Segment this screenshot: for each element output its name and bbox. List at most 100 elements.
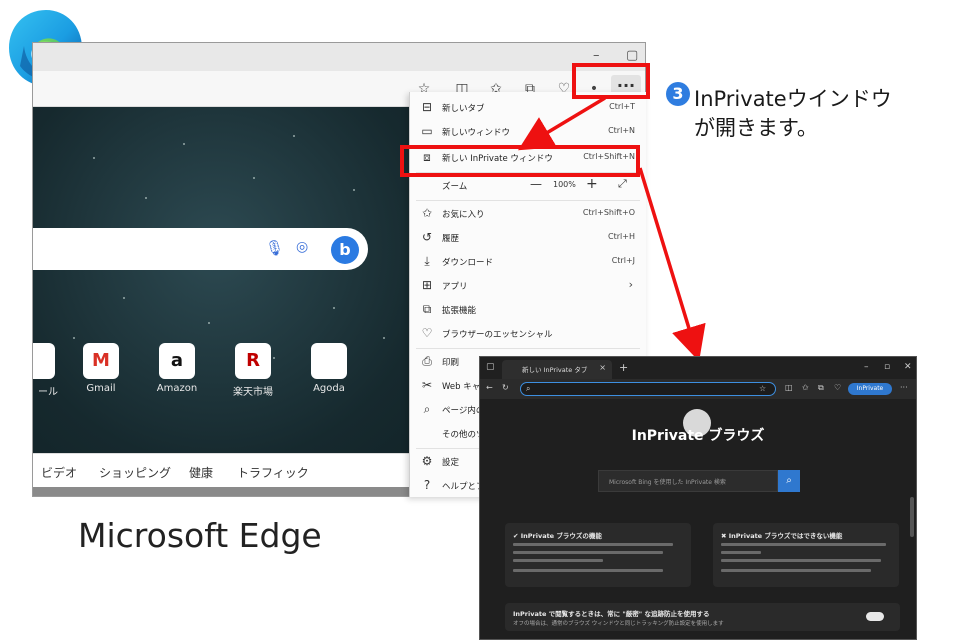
zoom-level: 100% — [553, 180, 576, 189]
visual-search-icon[interactable]: ◎ — [296, 239, 308, 255]
search-icon: ⌕ — [526, 384, 531, 393]
back-icon[interactable]: ← — [486, 383, 493, 392]
setting-description: オフの場合は、通常のブラウズ ウィンドウと同じトラッキング防止設定を使用します — [513, 621, 724, 627]
rakuten-tile[interactable]: R — [235, 343, 271, 379]
new-tab-icon: ⊟ — [421, 100, 433, 114]
tab-close-button[interactable]: × — [599, 363, 606, 372]
search-box[interactable]: 🎙 ◎ b — [33, 228, 368, 270]
menu-divider — [416, 348, 640, 349]
arrow-to-inprivate-window — [638, 167, 706, 362]
inprivate-features-card: ✔ InPrivate ブラウズの機能 — [505, 523, 691, 587]
news-tab-traffic[interactable]: トラフィック — [237, 464, 309, 481]
microphone-icon[interactable]: 🎙 — [265, 239, 284, 257]
menu-item-new-window[interactable]: ▭ 新しいウィンドウ Ctrl+N — [410, 120, 646, 144]
new-window-icon: ▭ — [421, 124, 433, 138]
split-screen-icon[interactable]: ◫ — [785, 383, 793, 392]
menu-shortcut: Ctrl+T — [609, 102, 635, 111]
menu-divider — [416, 200, 640, 201]
settings-icon: ⚙ — [421, 454, 433, 468]
step-text-line2: が開きます。 — [694, 116, 818, 140]
inprivate-tab[interactable]: 新しい InPrivate タブ × — [502, 360, 612, 379]
menu-item-downloads[interactable]: ⤓ ダウンロード Ctrl+J — [410, 250, 646, 274]
inprivate-browser-window: ▢ 新しい InPrivate タブ × + – ▫ ✕ ← ↻ ⌕ ☆ ◫ ✩… — [479, 356, 917, 640]
history-icon: ↺ — [421, 230, 433, 244]
card-title: ✖ InPrivate ブラウズではできない機能 — [721, 532, 843, 540]
inprivate-title-bar: ▢ 新しい InPrivate タブ × + – ▫ ✕ — [480, 357, 916, 379]
health-icon[interactable]: ♡ — [834, 383, 841, 392]
step-text-line1: InPrivateウインドウ — [694, 87, 892, 111]
inprivate-item-highlight — [400, 145, 640, 177]
menu-label: ズーム — [442, 182, 468, 192]
menu-shortcut: Ctrl+N — [608, 126, 635, 135]
news-tab-shopping[interactable]: ショッピング — [99, 464, 171, 481]
step-number-badge: 3 — [666, 82, 690, 106]
maximize-icon[interactable]: ▫ — [884, 362, 890, 372]
menu-label: 拡張機能 — [442, 306, 477, 316]
inprivate-limitations-card: ✖ InPrivate ブラウズではできない機能 — [713, 523, 899, 587]
collections-icon[interactable]: ⧉ — [818, 383, 824, 393]
scrollbar[interactable] — [910, 497, 914, 537]
menu-item-zoom: ズーム — 100% + ⤢ — [410, 174, 646, 198]
quick-link-tile[interactable] — [33, 343, 55, 379]
menu-shortcut: Ctrl+J — [611, 256, 635, 265]
menu-label: Web キャ — [442, 382, 481, 392]
tab-actions-icon[interactable]: ▢ — [486, 362, 495, 372]
agoda-tile[interactable] — [311, 343, 347, 379]
menu-item-extensions[interactable]: ⧉ 拡張機能 — [410, 298, 646, 322]
amazon-tile[interactable]: a — [159, 343, 195, 379]
menu-label: ページ内の — [442, 406, 485, 416]
menu-item-new-tab[interactable]: ⊟ 新しいタブ Ctrl+T — [410, 96, 646, 120]
star-icon[interactable]: ☆ — [759, 384, 766, 393]
more-icon[interactable]: ··· — [900, 383, 908, 392]
help-icon: ? — [423, 478, 431, 492]
extensions-icon: ⧉ — [422, 302, 432, 316]
close-icon[interactable]: ✕ — [904, 362, 912, 372]
address-bar[interactable]: ⌕ ☆ — [520, 382, 776, 396]
essentials-icon: ♡ — [421, 326, 433, 340]
maximize-button[interactable]: ▢ — [626, 48, 638, 63]
minimize-button[interactable]: – — [593, 48, 600, 63]
download-icon: ⤓ — [424, 254, 430, 268]
news-tab-video[interactable]: ビデオ — [41, 464, 77, 481]
menu-label: 新しいタブ — [442, 104, 485, 114]
new-tab-button[interactable]: + — [619, 361, 628, 374]
amazon-label: Amazon — [156, 383, 198, 394]
inprivate-badge[interactable]: InPrivate — [848, 383, 892, 395]
menu-label: 印刷 — [442, 358, 460, 368]
refresh-icon[interactable]: ↻ — [502, 383, 509, 392]
web-capture-icon: ✂ — [421, 378, 433, 392]
agoda-label: Agoda — [313, 383, 345, 394]
zoom-in-button[interactable]: + — [586, 176, 598, 192]
news-tab-health[interactable]: 健康 — [189, 464, 213, 481]
strict-tracking-setting: InPrivate で閲覧するときは、常に "厳密" な追跡防止を使用する オフ… — [505, 603, 900, 631]
menu-item-browser-essentials[interactable]: ♡ ブラウザーのエッセンシャル — [410, 322, 646, 346]
fullscreen-icon[interactable]: ⤢ — [618, 177, 627, 191]
menu-label: 設定 — [442, 458, 460, 468]
gmail-tile[interactable]: M — [83, 343, 119, 379]
card-title: ✔ InPrivate ブラウズの機能 — [513, 532, 602, 540]
find-icon: ⌕ — [423, 402, 431, 416]
search-placeholder: Microsoft Bing を使用した InPrivate 検索 — [609, 479, 726, 486]
favorites-icon: ✩ — [421, 206, 433, 220]
inprivate-search-input[interactable]: Microsoft Bing を使用した InPrivate 検索 — [598, 470, 778, 492]
setting-title: InPrivate で閲覧するときは、常に "厳密" な追跡防止を使用する — [513, 610, 710, 618]
more-button-highlight — [572, 63, 650, 99]
tab-label: 新しい InPrivate タブ — [522, 366, 588, 374]
menu-label: ダウンロード — [442, 258, 494, 268]
zoom-out-button[interactable]: — — [530, 177, 542, 191]
search-button[interactable]: ⌕ — [778, 470, 800, 492]
inprivate-toolbar: ← ↻ ⌕ ☆ ◫ ✩ ⧉ ♡ InPrivate ··· — [480, 379, 916, 399]
menu-label: 新しいウィンドウ — [442, 128, 511, 138]
print-icon: ⎙ — [422, 354, 432, 368]
caption: Microsoft Edge — [78, 516, 322, 555]
strict-tracking-toggle[interactable] — [866, 612, 884, 621]
menu-item-apps[interactable]: ⊞ アプリ › — [410, 274, 646, 298]
minimize-icon[interactable]: – — [864, 362, 869, 372]
menu-item-favorites[interactable]: ✩ お気に入り Ctrl+Shift+O — [410, 202, 646, 226]
apps-icon: ⊞ — [421, 278, 433, 292]
menu-shortcut: Ctrl+H — [608, 232, 635, 241]
bing-chat-button[interactable]: b — [331, 236, 359, 264]
inprivate-heading: InPrivate ブラウズ — [631, 428, 765, 444]
menu-item-history[interactable]: ↺ 履歴 Ctrl+H — [410, 226, 646, 250]
favorites-icon[interactable]: ✩ — [802, 383, 809, 392]
